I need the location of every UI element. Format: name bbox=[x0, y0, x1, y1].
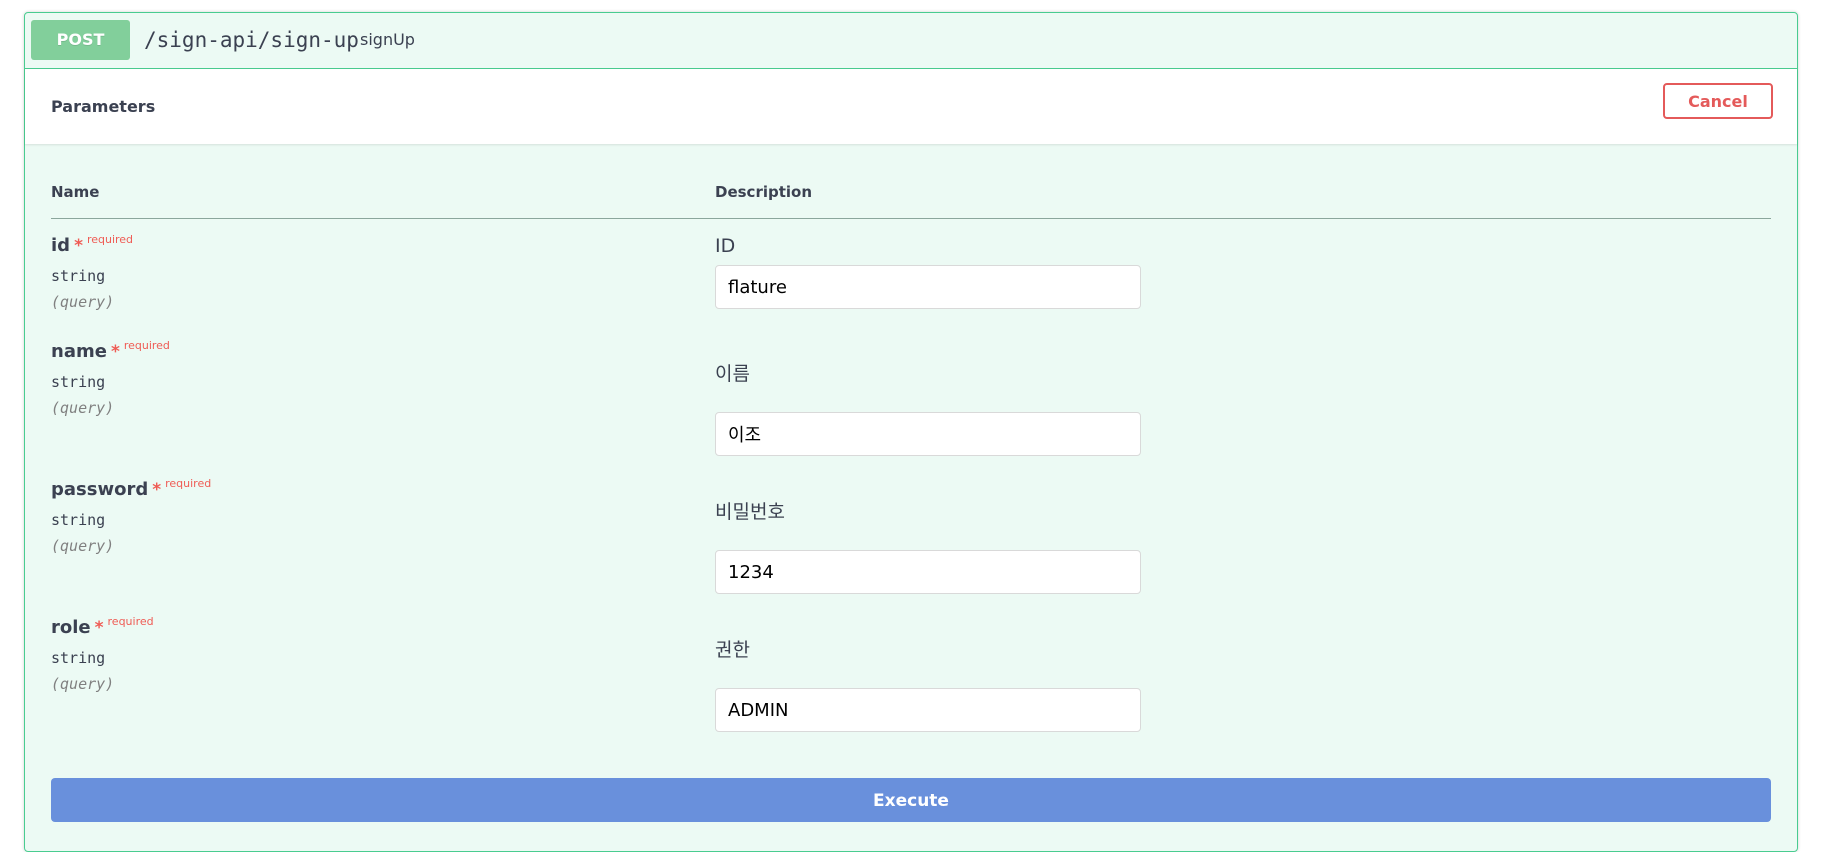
parameters-header: Parameters Cancel bbox=[25, 69, 1797, 144]
parameters-title: Parameters bbox=[51, 97, 156, 116]
param-name: name * required bbox=[51, 339, 170, 362]
param-type: string bbox=[51, 511, 106, 529]
required-label: required bbox=[123, 339, 170, 352]
required-star: * bbox=[74, 236, 83, 256]
required-label: required bbox=[165, 477, 212, 490]
param-type: string bbox=[51, 649, 106, 667]
param-location: (query) bbox=[51, 675, 115, 693]
param-location: (query) bbox=[51, 537, 115, 555]
param-location: (query) bbox=[51, 293, 115, 311]
param-name: role * required bbox=[51, 615, 154, 638]
param-name: id * required bbox=[51, 233, 134, 256]
method-badge: POST bbox=[31, 20, 130, 60]
cancel-button[interactable]: Cancel bbox=[1663, 83, 1773, 119]
id-input[interactable] bbox=[715, 265, 1141, 309]
operation-summary[interactable]: POST /sign-api/sign-up signUp bbox=[25, 13, 1797, 69]
param-type: string bbox=[51, 373, 106, 391]
param-name: password * required bbox=[51, 477, 212, 500]
endpoint-path: /sign-api/sign-up bbox=[144, 28, 359, 52]
required-label: required bbox=[86, 233, 134, 246]
column-header-name: Name bbox=[51, 183, 100, 201]
required-star: * bbox=[152, 480, 162, 500]
param-location: (query) bbox=[51, 399, 115, 417]
role-input[interactable] bbox=[715, 688, 1141, 732]
name-input[interactable] bbox=[715, 412, 1141, 456]
password-input[interactable] bbox=[715, 550, 1141, 594]
operation-block: POST /sign-api/sign-up signUp Parameters… bbox=[24, 12, 1798, 852]
param-description: 이름 bbox=[715, 363, 750, 385]
column-header-description: Description bbox=[715, 183, 813, 201]
param-type: string bbox=[51, 267, 106, 285]
param-description: 권한 bbox=[715, 639, 750, 661]
operation-id: signUp bbox=[360, 30, 415, 49]
required-star: * bbox=[110, 342, 120, 362]
parameters-table-header: Name Description bbox=[51, 173, 1771, 219]
required-star: * bbox=[94, 618, 104, 638]
param-description: 비밀번호 bbox=[715, 501, 785, 523]
required-label: required bbox=[107, 615, 154, 628]
execute-button[interactable]: Execute bbox=[51, 778, 1771, 822]
param-description: ID bbox=[715, 235, 736, 257]
